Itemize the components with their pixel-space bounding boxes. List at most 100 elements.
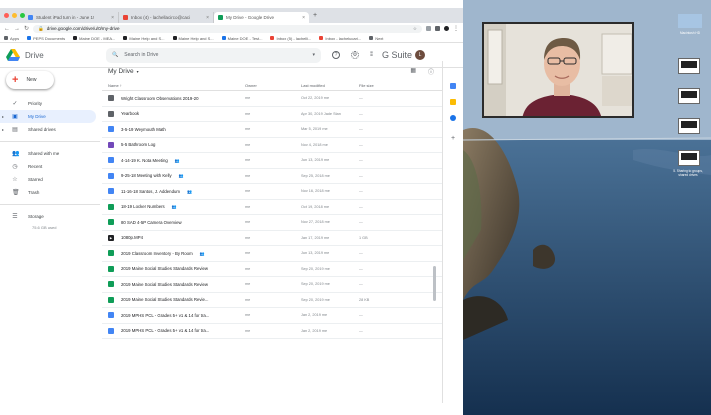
info-icon[interactable]: ⓘ <box>428 67 434 76</box>
page-title[interactable]: My Drive <box>108 68 134 75</box>
search-input[interactable]: Search in Drive <box>124 52 158 58</box>
file-row[interactable]: ▶ 1080p.MP4 me Jan 17, 2019 me 1 GB <box>102 231 442 246</box>
file-row[interactable]: 3-5-19 Weymouth Math me Mar 5, 2019 me — <box>102 122 442 138</box>
new-button[interactable]: + New <box>6 71 54 89</box>
sidebar-item-starred[interactable]: ☆ Starred <box>0 173 102 186</box>
file-row[interactable]: 2019 MPHS PCL - Grades 5+ v1 & 14 for tr… <box>102 308 442 324</box>
help-icon[interactable]: ? <box>332 51 340 59</box>
menu-dots-icon[interactable]: ⋮ <box>453 25 459 32</box>
bookmark-item[interactable]: Maine DOE - Test... <box>221 36 262 41</box>
sidebar-item-trash[interactable]: 🗑 Trash <box>0 186 102 199</box>
column-name[interactable]: Name ↑ <box>108 83 245 88</box>
expand-caret-icon[interactable]: ▸ <box>2 127 4 132</box>
bookmark-favicon-icon <box>123 36 128 40</box>
file-size: — <box>359 96 363 101</box>
bookmark-item[interactable]: Maine DOE - MEA... <box>73 36 115 41</box>
chevron-down-icon[interactable]: ▾ <box>137 69 139 74</box>
file-size: — <box>359 328 363 333</box>
settings-gear-icon[interactable]: ⚙ <box>351 51 359 59</box>
lock-icon: 🔒 <box>38 25 44 31</box>
url-field[interactable]: 🔒 drive.google.com/drive/u/0/my-drive ☆ <box>33 24 422 33</box>
file-name-cell: 2019 Maine Social Studies Standards Revi… <box>108 265 245 272</box>
column-modified[interactable]: Last modified <box>301 83 359 88</box>
file-row[interactable]: Wright Classroom Observations 2019-20 me O… <box>102 91 442 107</box>
minimize-window-button[interactable] <box>12 13 17 18</box>
tab-close-icon[interactable]: × <box>302 15 305 21</box>
tab-close-icon[interactable]: × <box>111 15 114 21</box>
extension-icon[interactable] <box>435 26 440 31</box>
file-size: — <box>359 204 363 209</box>
maximize-window-button[interactable] <box>20 13 25 18</box>
avatar[interactable]: L <box>415 50 426 60</box>
new-tab-icon[interactable]: + <box>313 12 317 19</box>
sort-arrow-icon[interactable]: ↑ <box>120 83 122 88</box>
bookmark-item[interactable]: PEPS Documents <box>27 36 65 41</box>
back-arrow-icon[interactable]: ← <box>4 26 10 32</box>
url-text: drive.google.com/drive/u/0/my-drive <box>46 26 120 31</box>
file-name: 2019 MPHS PCL - Grades 5+ v1 & 14 for tr… <box>121 328 210 334</box>
sidebar-item-shared-with-me[interactable]: 👥 Shared with me <box>0 147 102 160</box>
file-owner: me <box>245 220 251 225</box>
bookmark-item[interactable]: Maine Help and S... <box>172 36 214 41</box>
file-row[interactable]: 4-14-19 K. Nota Meeting 👥 me Jun 13, 2019 m… <box>102 153 442 169</box>
search-options-icon[interactable]: ▾ <box>312 52 315 58</box>
screenshot-file-icon[interactable] <box>678 88 700 104</box>
forward-arrow-icon[interactable]: → <box>14 26 20 32</box>
tasks-icon[interactable] <box>450 115 456 121</box>
close-window-button[interactable] <box>4 13 9 18</box>
hard-drive-icon[interactable] <box>678 14 702 28</box>
browser-tab-active[interactable]: My Drive - Google Drive × <box>214 12 309 23</box>
profile-icon[interactable] <box>444 26 449 31</box>
file-modified: Oct 22, 2019 me <box>301 96 330 101</box>
file-row[interactable]: 11-16-18 Santos, J. Addendum 👥 me Nov 16, 2… <box>102 184 442 200</box>
gsuite-label: G Suite <box>382 50 413 60</box>
scrollbar[interactable] <box>433 266 436 301</box>
tab-close-icon[interactable]: × <box>206 15 209 21</box>
column-owner[interactable]: Owner <box>245 83 301 88</box>
column-size[interactable]: File size <box>359 83 409 88</box>
shared-people-icon: 👥 <box>178 173 184 179</box>
bookmark-item[interactable]: Next <box>369 36 383 41</box>
reload-icon[interactable]: ↻ <box>24 25 29 32</box>
apps-grid-icon[interactable]: ⁞⁞⁞ <box>370 52 373 58</box>
add-addon-icon[interactable]: + <box>443 135 463 142</box>
sidebar-item-storage[interactable]: ☰ Storage <box>0 210 102 223</box>
file-row[interactable]: 9-25-18 Meeting with Kelly 👥 me Sep 25, 201… <box>102 169 442 184</box>
file-row[interactable]: 2019 Maine Social Studies Standards Revi… <box>102 277 442 293</box>
screenshot-file-icon[interactable] <box>678 58 700 74</box>
bookmark-item[interactable]: Maine Help and S... <box>123 36 165 41</box>
screenshot-file-icon[interactable] <box>678 118 700 134</box>
tab-label: My Drive - Google Drive <box>226 15 275 20</box>
star-icon[interactable]: ☆ <box>413 26 417 32</box>
file-modified: Jun 13, 2019 me <box>301 158 330 163</box>
file-row[interactable]: 18-19 Locker Numbers 👥 me Oct 19, 2018 me — <box>102 200 442 215</box>
window-controls <box>4 13 25 18</box>
sheets-file-icon <box>108 250 114 257</box>
browser-tab[interactable]: Student iPad turn in - June 1! × <box>24 12 119 23</box>
screenshot-file-icon[interactable] <box>678 150 700 166</box>
extension-icon[interactable] <box>426 26 431 31</box>
file-row[interactable]: 2019 MPHS PCL - Grades 5+ v1 & 14 for tr… <box>102 324 442 339</box>
browser-tab[interactable]: Inbox (4) - lachellacirco@caci × <box>119 12 214 23</box>
file-row[interactable]: Yearbook me Apr 30, 2019 Jade Stan — <box>102 107 442 122</box>
file-owner: me <box>245 297 251 302</box>
calendar-icon[interactable] <box>450 83 456 89</box>
file-row[interactable]: 5-5 Bathroom Log me Nov 4, 2018 me — <box>102 138 442 153</box>
sidebar-item-recent[interactable]: ◷ Recent <box>0 160 102 173</box>
file-row[interactable]: 2019 Maine Social Studies Standards Revi… <box>102 262 442 277</box>
bookmark-item[interactable]: Inbox - lachelucari... <box>319 36 361 41</box>
file-row[interactable]: 80 SAD 4-5P Camera Overview me Nov 27, 201… <box>102 215 442 231</box>
bookmark-item[interactable]: Apps <box>4 36 19 41</box>
file-row[interactable]: 2019 Maine Social Studies Standards Revi… <box>102 293 442 308</box>
sidebar-item-priority[interactable]: ✓ Priority <box>0 97 102 110</box>
file-owner: me <box>245 328 251 333</box>
expand-caret-icon[interactable]: ▸ <box>2 114 4 119</box>
file-row[interactable]: 2019 Classroom Inventory - By Room 👥 me Jun… <box>102 246 442 262</box>
sidebar-item-shared-drives[interactable]: ▸ ▤ Shared drives <box>0 123 102 136</box>
bookmark-item[interactable]: Inbox (5) - lachelli... <box>270 36 311 41</box>
grid-view-icon[interactable]: ▦ <box>410 67 416 76</box>
keep-icon[interactable] <box>450 99 456 105</box>
file-name: 1080p.MP4 <box>121 235 143 241</box>
drive-logo[interactable]: Drive <box>6 49 106 61</box>
sidebar-item-my-drive[interactable]: ▸ ▣ My Drive <box>0 110 96 123</box>
